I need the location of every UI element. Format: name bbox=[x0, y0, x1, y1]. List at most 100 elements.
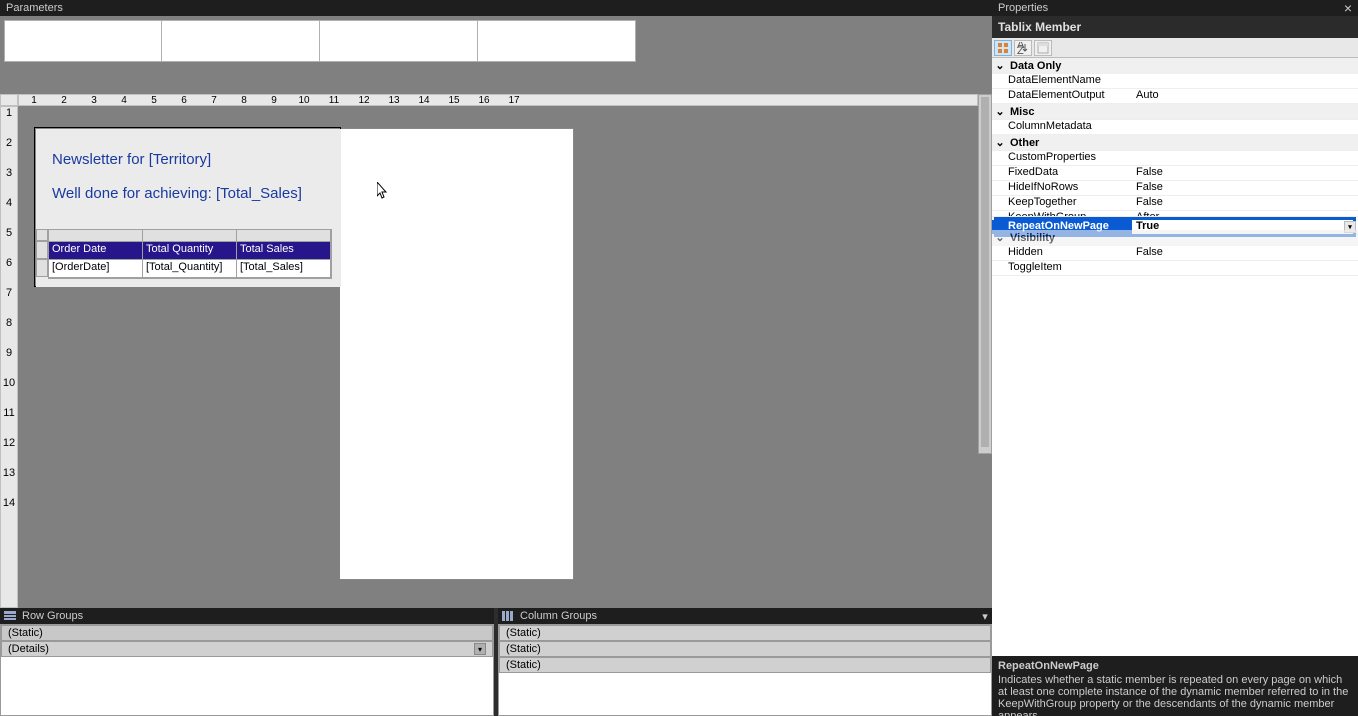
property-row[interactable]: DataElementOutputAuto bbox=[992, 89, 1358, 104]
property-description-title: RepeatOnNewPage bbox=[998, 660, 1352, 672]
ruler-tick: 6 bbox=[1, 257, 17, 287]
tablix-data-cell[interactable]: [Total_Quantity] bbox=[143, 260, 237, 278]
chevron-down-icon[interactable]: ⌄ bbox=[994, 59, 1006, 72]
close-icon[interactable]: × bbox=[1344, 0, 1352, 16]
row-groups-icon bbox=[4, 611, 16, 621]
property-value[interactable] bbox=[1132, 261, 1358, 275]
chevron-down-icon[interactable]: ⌄ bbox=[994, 231, 1006, 244]
row-group-item[interactable]: (Static) bbox=[1, 625, 493, 641]
scrollbar-vertical[interactable] bbox=[978, 94, 992, 454]
parameter-cell[interactable] bbox=[320, 20, 478, 62]
property-row[interactable]: HideIfNoRowsFalse bbox=[992, 181, 1358, 196]
groups-menu-button[interactable]: ▾ bbox=[978, 608, 992, 624]
property-name: HideIfNoRows bbox=[992, 181, 1132, 195]
property-category[interactable]: ⌄Misc bbox=[992, 104, 1358, 120]
tablix-header-cell[interactable]: Total Sales bbox=[237, 242, 331, 260]
ruler-tick: 10 bbox=[1, 377, 17, 407]
property-name: ColumnMetadata bbox=[992, 120, 1132, 134]
column-groups-pane: Column Groups ▾ (Static)(Static)(Static) bbox=[498, 608, 992, 716]
properties-object-name: Tablix Member bbox=[992, 16, 1358, 38]
ruler-tick: 2 bbox=[49, 95, 79, 106]
parameter-cell[interactable] bbox=[162, 20, 320, 62]
column-group-item[interactable]: (Static) bbox=[499, 657, 991, 673]
ruler-tick: 5 bbox=[1, 227, 17, 257]
property-row[interactable]: ToggleItem bbox=[992, 261, 1358, 276]
row-group-item[interactable]: (Details)▾ bbox=[1, 641, 493, 657]
tablix-col-selector[interactable] bbox=[237, 230, 331, 242]
grouping-pane: Row Groups (Static)(Details)▾ Column Gro… bbox=[0, 608, 992, 716]
ruler-tick: 15 bbox=[439, 95, 469, 106]
tablix-corner[interactable] bbox=[36, 229, 48, 241]
property-category[interactable]: ⌄Other bbox=[992, 135, 1358, 151]
property-name: DataElementName bbox=[992, 74, 1132, 88]
property-row[interactable]: ColumnMetadata bbox=[992, 120, 1358, 135]
tablix-row-selector[interactable] bbox=[36, 241, 48, 259]
textbox-subtitle[interactable]: Well done for achieving: [Total_Sales] bbox=[52, 185, 302, 202]
property-row[interactable]: HiddenFalse bbox=[992, 246, 1358, 261]
property-value[interactable]: False bbox=[1132, 246, 1358, 260]
property-value[interactable]: False bbox=[1132, 196, 1358, 210]
ruler-tick: 13 bbox=[1, 467, 17, 497]
property-value[interactable]: After bbox=[1132, 211, 1358, 216]
tablix-row-selector[interactable] bbox=[36, 259, 48, 277]
ruler-tick: 11 bbox=[1, 407, 17, 437]
property-row[interactable]: KeepWithGroupAfter bbox=[992, 211, 1358, 217]
properties-toolbar: AZ bbox=[992, 38, 1358, 58]
textbox-title[interactable]: Newsletter for [Territory] bbox=[52, 151, 211, 168]
parameters-header: Parameters bbox=[0, 0, 992, 16]
property-value[interactable]: False bbox=[1132, 166, 1358, 180]
column-group-item[interactable]: (Static) bbox=[499, 641, 991, 657]
property-name: Hidden bbox=[992, 246, 1132, 260]
chevron-down-icon[interactable]: ⌄ bbox=[994, 136, 1006, 149]
parameter-cell[interactable] bbox=[4, 20, 162, 62]
page-body[interactable]: Newsletter for [Territory] Well done for… bbox=[35, 128, 340, 286]
property-value[interactable] bbox=[1132, 74, 1358, 88]
categorized-button[interactable] bbox=[994, 40, 1012, 56]
tablix-header-cell[interactable]: Total Quantity bbox=[143, 242, 237, 260]
property-category[interactable]: ⌄Visibility bbox=[992, 230, 1358, 246]
ruler-tick: 8 bbox=[229, 95, 259, 106]
ruler-tick: 13 bbox=[379, 95, 409, 106]
property-name: CustomProperties bbox=[992, 151, 1132, 165]
ruler-horizontal: 1234567891011121314151617 bbox=[18, 94, 978, 106]
property-value[interactable]: Auto bbox=[1132, 89, 1358, 103]
tablix-data-cell[interactable]: [OrderDate] bbox=[49, 260, 143, 278]
tablix-col-selector[interactable] bbox=[143, 230, 237, 242]
ruler-tick: 3 bbox=[79, 95, 109, 106]
property-value[interactable] bbox=[1132, 120, 1358, 134]
chevron-down-icon[interactable]: ⌄ bbox=[994, 105, 1006, 118]
chevron-down-icon[interactable]: ▾ bbox=[474, 643, 486, 655]
design-surface[interactable]: 1234567891011121314151617 12345678910111… bbox=[0, 66, 992, 608]
parameter-cell[interactable] bbox=[478, 20, 636, 62]
tablix[interactable]: Order DateTotal QuantityTotal Sales [Ord… bbox=[48, 229, 332, 279]
page-margin-area bbox=[340, 128, 574, 580]
property-row[interactable]: DataElementName bbox=[992, 74, 1358, 89]
tablix-col-selector[interactable] bbox=[49, 230, 143, 242]
property-row[interactable]: CustomProperties bbox=[992, 151, 1358, 166]
scrollbar-thumb[interactable] bbox=[981, 97, 989, 447]
property-row[interactable]: KeepTogetherFalse bbox=[992, 196, 1358, 211]
ruler-tick: 12 bbox=[1, 437, 17, 467]
ruler-tick: 11 bbox=[319, 95, 349, 106]
property-value[interactable]: False bbox=[1132, 181, 1358, 195]
ruler-tick: 12 bbox=[349, 95, 379, 106]
ruler-tick: 17 bbox=[499, 95, 529, 106]
property-pages-button[interactable] bbox=[1034, 40, 1052, 56]
alphabetical-button[interactable]: AZ bbox=[1014, 40, 1032, 56]
property-name: KeepWithGroup bbox=[992, 211, 1132, 216]
properties-grid[interactable]: ⌄Data OnlyDataElementNameDataElementOutp… bbox=[992, 58, 1358, 656]
tablix-data-cell[interactable]: [Total_Sales] bbox=[237, 260, 331, 278]
property-row[interactable]: FixedDataFalse bbox=[992, 166, 1358, 181]
ruler-tick: 1 bbox=[1, 107, 17, 137]
property-value[interactable] bbox=[1132, 151, 1358, 165]
column-groups-icon bbox=[502, 611, 514, 621]
ruler-tick: 16 bbox=[469, 95, 499, 106]
ruler-tick: 9 bbox=[1, 347, 17, 377]
report-page[interactable]: Newsletter for [Territory] Well done for… bbox=[35, 128, 575, 580]
tablix-header-cell[interactable]: Order Date bbox=[49, 242, 143, 260]
ruler-tick: 3 bbox=[1, 167, 17, 197]
ruler-tick: 10 bbox=[289, 95, 319, 106]
ruler-tick: 6 bbox=[169, 95, 199, 106]
property-category[interactable]: ⌄Data Only bbox=[992, 58, 1358, 74]
column-group-item[interactable]: (Static) bbox=[499, 625, 991, 641]
